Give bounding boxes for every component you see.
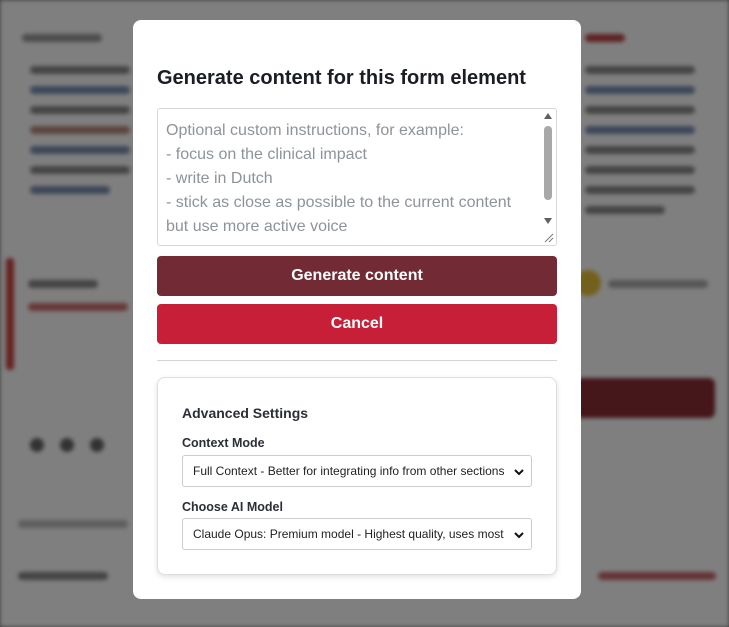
resize-grip-icon[interactable] bbox=[544, 233, 554, 243]
dialog-title: Generate content for this form element bbox=[157, 67, 526, 89]
ai-model-label: Choose AI Model bbox=[182, 500, 283, 514]
context-mode-select[interactable]: Full Context - Better for integrating in… bbox=[182, 455, 532, 487]
ai-model-select[interactable]: Claude Opus: Premium model - Highest qua… bbox=[182, 518, 532, 550]
generate-content-button[interactable]: Generate content bbox=[157, 256, 557, 296]
scroll-down-arrow-icon[interactable] bbox=[544, 218, 552, 224]
context-mode-label: Context Mode bbox=[182, 436, 265, 450]
advanced-settings-title: Advanced Settings bbox=[182, 405, 309, 421]
generate-content-dialog: Generate content for this form element G… bbox=[133, 20, 581, 599]
scroll-up-arrow-icon[interactable] bbox=[544, 113, 552, 119]
context-mode-value: Full Context - Better for integrating in… bbox=[193, 464, 505, 478]
advanced-settings-panel: Advanced Settings Context Mode Full Cont… bbox=[157, 377, 557, 575]
chevron-down-icon bbox=[514, 532, 524, 539]
instructions-field-wrapper bbox=[157, 108, 557, 246]
textarea-scrollbar[interactable] bbox=[541, 110, 555, 246]
custom-instructions-input[interactable] bbox=[158, 109, 542, 245]
cancel-button[interactable]: Cancel bbox=[157, 304, 557, 344]
chevron-down-icon bbox=[514, 469, 524, 476]
ai-model-value: Claude Opus: Premium model - Highest qua… bbox=[193, 527, 505, 541]
scroll-thumb[interactable] bbox=[544, 126, 552, 200]
divider bbox=[157, 360, 557, 361]
